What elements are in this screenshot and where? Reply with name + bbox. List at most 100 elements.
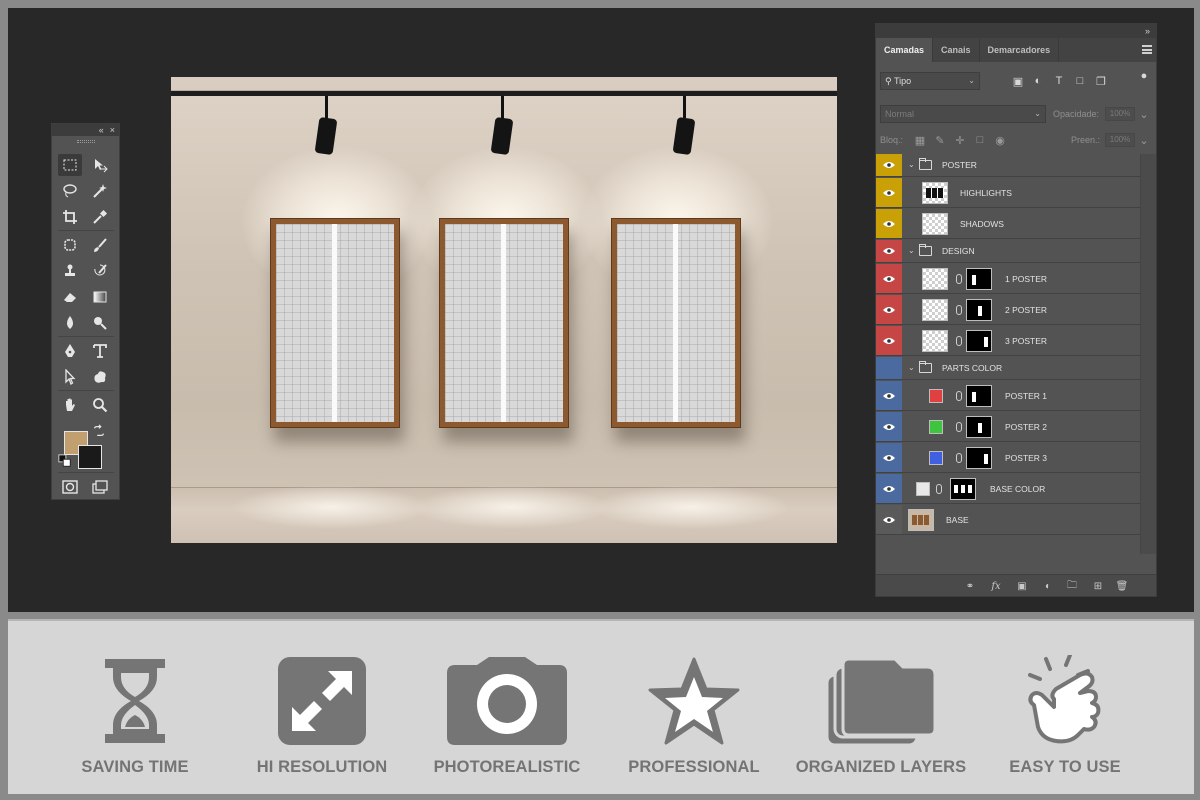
lock-image-icon[interactable]: ✎ <box>934 134 946 147</box>
brush-tool-icon[interactable] <box>88 234 112 256</box>
layer-base-color[interactable]: BASE COLOR <box>876 474 1140 504</box>
close-icon[interactable]: × <box>110 125 115 135</box>
link-chain-icon[interactable] <box>956 453 962 463</box>
layer-poster-1-color[interactable]: POSTER 1 <box>876 381 1140 411</box>
magic-wand-icon[interactable] <box>88 180 112 202</box>
custom-shape-icon[interactable] <box>88 366 112 388</box>
gradient-tool-icon[interactable] <box>88 286 112 308</box>
fill-dropdown-icon[interactable]: ⌄ <box>1138 134 1150 147</box>
lock-artboard-icon[interactable]: □ <box>974 134 986 146</box>
toolbox-grip[interactable] <box>52 136 119 146</box>
eyedropper-icon[interactable] <box>88 206 112 228</box>
link-chain-icon[interactable] <box>956 391 962 401</box>
healing-brush-icon[interactable] <box>58 234 82 256</box>
layer-mask-thumbnail[interactable] <box>950 478 976 500</box>
layer-base[interactable]: BASE <box>876 505 1140 535</box>
visibility-eye-icon[interactable] <box>876 474 902 503</box>
filter-smart-object-icon[interactable]: ❐ <box>1095 75 1107 88</box>
dodge-tool-icon[interactable] <box>88 312 112 334</box>
chevron-down-icon[interactable]: ⌄ <box>908 246 915 255</box>
layer-mask-thumbnail[interactable] <box>966 385 992 407</box>
collapse-icon[interactable]: « <box>99 125 104 135</box>
visibility-eye-icon[interactable] <box>876 381 902 410</box>
link-chain-icon[interactable] <box>956 305 962 315</box>
eraser-tool-icon[interactable] <box>58 286 82 308</box>
panel-menu-icon[interactable] <box>1142 45 1152 54</box>
type-tool-icon[interactable] <box>88 340 112 362</box>
layer-mask-thumbnail[interactable] <box>966 268 992 290</box>
lock-transparent-icon[interactable]: ▦ <box>914 134 926 147</box>
background-color-swatch[interactable] <box>78 445 102 469</box>
link-chain-icon[interactable] <box>956 274 962 284</box>
link-chain-icon[interactable] <box>956 336 962 346</box>
pen-tool-icon[interactable] <box>58 340 82 362</box>
swap-colors-icon[interactable] <box>92 424 106 438</box>
visibility-eye-icon[interactable] <box>876 326 902 355</box>
trash-icon[interactable]: 🗑 <box>1116 580 1129 592</box>
default-colors-icon[interactable] <box>58 454 72 468</box>
visibility-eye-icon[interactable] <box>876 209 902 238</box>
layer-mask-thumbnail[interactable] <box>966 447 992 469</box>
blur-tool-icon[interactable] <box>58 312 82 334</box>
screen-mode-icon[interactable] <box>88 476 112 498</box>
layer-highlights[interactable]: HIGHLIGHTS <box>876 178 1140 208</box>
hand-tool-icon[interactable] <box>58 394 82 416</box>
layer-mask-thumbnail[interactable] <box>966 330 992 352</box>
document-canvas[interactable] <box>171 77 837 543</box>
visibility-eye-icon[interactable] <box>876 505 902 534</box>
visibility-toggle-empty[interactable] <box>876 357 902 379</box>
visibility-eye-icon[interactable] <box>876 154 902 176</box>
new-group-icon[interactable]: 🗀 <box>1066 580 1078 592</box>
fx-icon[interactable]: fx <box>990 580 1002 592</box>
layers-scrollbar[interactable] <box>1140 154 1156 554</box>
color-fill-swatch[interactable] <box>916 482 930 496</box>
layer-group-design[interactable]: ⌄ DESIGN <box>876 240 1140 263</box>
layer-3-poster[interactable]: 3 POSTER <box>876 326 1140 356</box>
layer-poster-2-color[interactable]: POSTER 2 <box>876 412 1140 442</box>
visibility-eye-icon[interactable] <box>876 240 902 262</box>
chevron-down-icon[interactable]: ⌄ <box>908 363 915 372</box>
filter-adjustment-icon[interactable]: ◐ <box>1032 75 1044 87</box>
visibility-eye-icon[interactable] <box>876 178 902 207</box>
visibility-eye-icon[interactable] <box>876 412 902 441</box>
adjustment-layer-icon[interactable]: ◐ <box>1042 580 1054 592</box>
opacity-dropdown-icon[interactable]: ⌄ <box>1138 108 1150 121</box>
layer-poster-3-color[interactable]: POSTER 3 <box>876 443 1140 473</box>
marquee-tool-icon[interactable] <box>58 154 82 176</box>
layer-filter-select[interactable]: ⚲ Tipo ⌄ <box>880 72 980 90</box>
link-chain-icon[interactable] <box>936 484 942 494</box>
layer-1-poster[interactable]: 1 POSTER <box>876 264 1140 294</box>
filter-pixel-icon[interactable]: ▣ <box>1012 75 1024 88</box>
layer-mask-thumbnail[interactable] <box>966 299 992 321</box>
fill-input[interactable]: 100% <box>1105 133 1135 147</box>
visibility-eye-icon[interactable] <box>876 295 902 324</box>
history-brush-icon[interactable] <box>88 260 112 282</box>
visibility-eye-icon[interactable] <box>876 264 902 293</box>
chevron-down-icon[interactable]: ⌄ <box>908 160 915 169</box>
layer-group-poster[interactable]: ⌄ POSTER <box>876 154 1140 177</box>
layer-group-parts-color[interactable]: ⌄ PARTS COLOR <box>876 357 1140 380</box>
blend-mode-select[interactable]: Normal ⌄ <box>880 105 1046 123</box>
panel-collapse-icon[interactable]: » <box>876 24 1156 38</box>
tab-camadas[interactable]: Camadas <box>876 38 934 62</box>
add-mask-icon[interactable]: ▣ <box>1016 580 1028 592</box>
opacity-input[interactable]: 100% <box>1105 107 1135 121</box>
color-fill-swatch[interactable] <box>929 451 943 465</box>
layer-shadows[interactable]: SHADOWS <box>876 209 1140 239</box>
move-tool-icon[interactable] <box>88 154 112 176</box>
visibility-eye-icon[interactable] <box>876 443 902 472</box>
crop-tool-icon[interactable] <box>58 206 82 228</box>
color-fill-swatch[interactable] <box>929 420 943 434</box>
link-chain-icon[interactable] <box>956 422 962 432</box>
filter-shape-icon[interactable]: □ <box>1074 75 1086 87</box>
tab-canais[interactable]: Canais <box>933 38 980 62</box>
path-selection-icon[interactable] <box>58 366 82 388</box>
zoom-tool-icon[interactable] <box>88 394 112 416</box>
lock-all-icon[interactable]: ◉ <box>994 134 1006 147</box>
filter-toggle-icon[interactable]: ● <box>1140 70 1148 82</box>
color-fill-swatch[interactable] <box>929 389 943 403</box>
quick-mask-icon[interactable] <box>58 476 82 498</box>
tab-demarcadores[interactable]: Demarcadores <box>980 38 1060 62</box>
lasso-tool-icon[interactable] <box>58 180 82 202</box>
link-layers-icon[interactable]: ⚭ <box>964 580 976 592</box>
